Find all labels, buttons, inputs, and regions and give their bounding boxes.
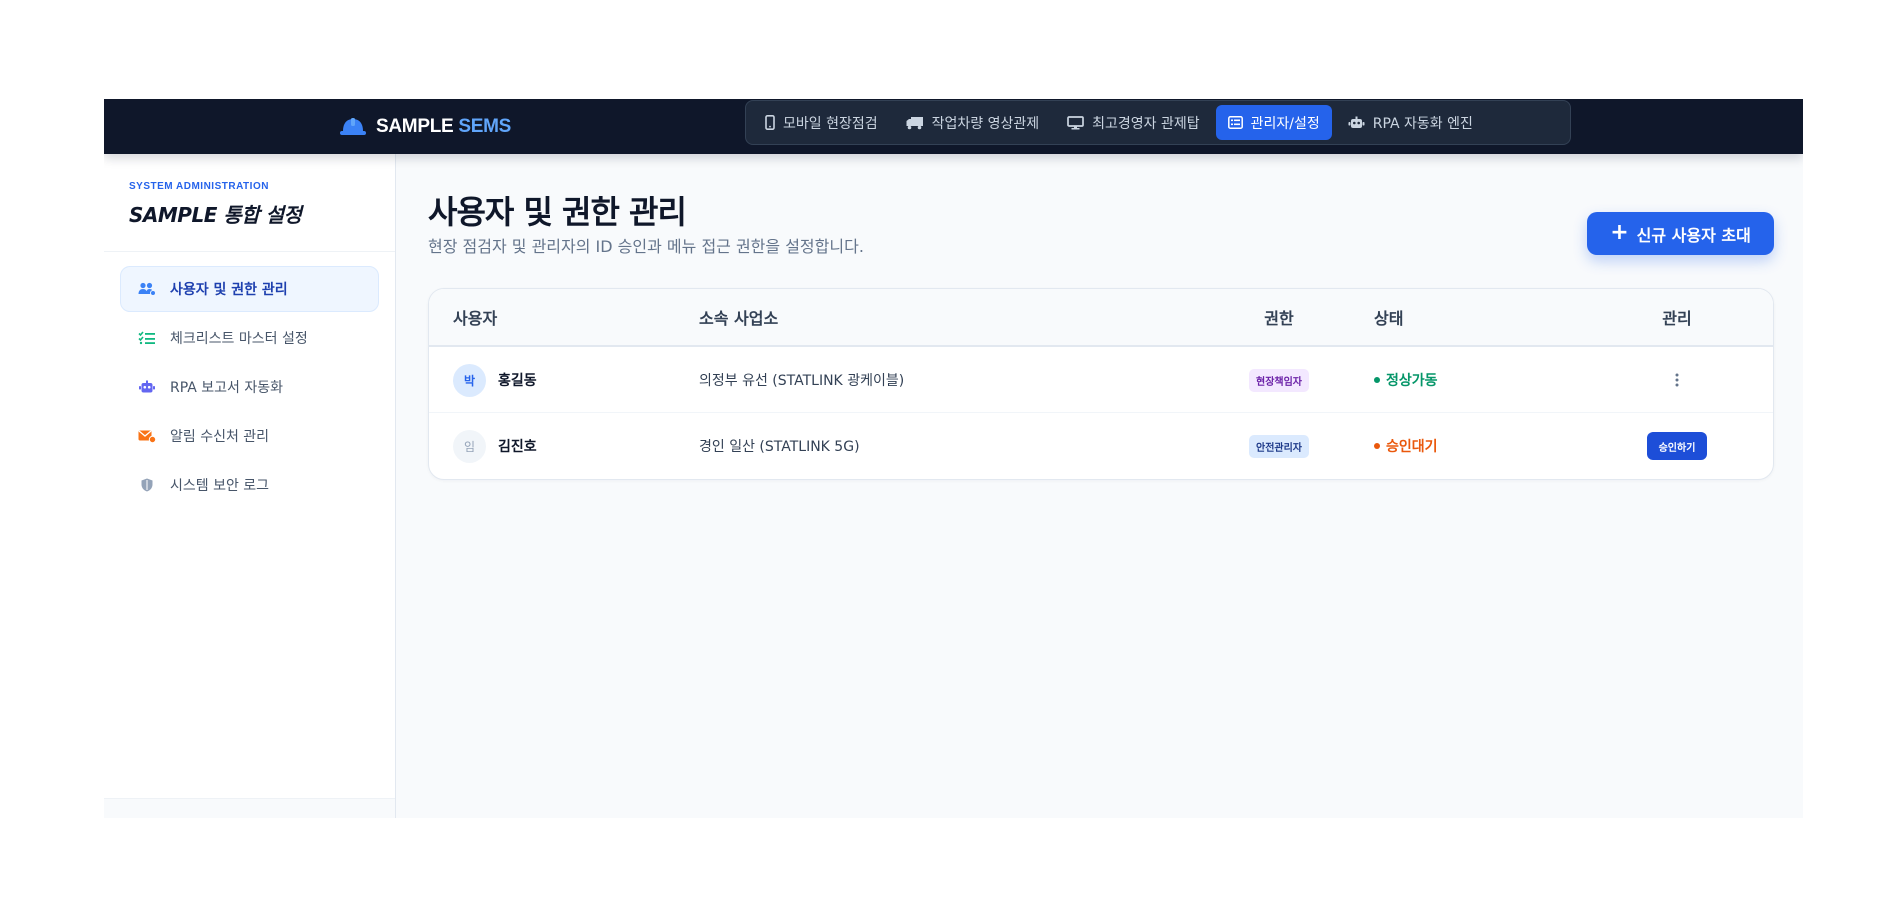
- nav-label: 최고경영자 관제탑: [1092, 115, 1200, 132]
- sidebar-item-label: 체크리스트 마스터 설정: [170, 331, 308, 347]
- site-cell: 의정부 유선 (STATLINK 광케이블): [699, 373, 905, 389]
- users-table: 사용자 소속 사업소 권한 상태 관리 박 홍길동 의정부 유선 (STATLI…: [428, 288, 1774, 480]
- nav-label: 모바일 현장점검: [783, 115, 878, 132]
- sidebar-item-user-permissions[interactable]: 사용자 및 권한 관리: [120, 266, 379, 312]
- sidebar-item-security-log[interactable]: 시스템 보안 로그: [120, 462, 379, 508]
- nav-mobile-inspection[interactable]: 모바일 현장점검: [753, 105, 890, 140]
- truck-icon: [906, 116, 924, 130]
- status-cell: 정상가동: [1374, 347, 1438, 413]
- nav-ceo-control-tower[interactable]: 최고경영자 관제탑: [1055, 105, 1212, 140]
- sidebar-item-label: 알림 수신처 관리: [170, 429, 270, 445]
- status-cell: 승인대기: [1374, 413, 1438, 479]
- invite-user-button[interactable]: + 신규 사용자 초대: [1587, 212, 1774, 255]
- brand-logo[interactable]: SAMPLE SEMS: [339, 99, 511, 154]
- mail-bell-icon: [138, 429, 156, 443]
- role-cell: 안전관리자: [1215, 413, 1343, 479]
- role-badge: 현장책임자: [1249, 368, 1309, 392]
- plus-icon: +: [1610, 219, 1629, 245]
- robot-icon: [138, 380, 156, 394]
- sidebar-menu: 사용자 및 권한 관리 체크리스트 마스터 설정 RPA 보고서 자동화 알림 …: [104, 252, 395, 508]
- nav-label: RPA 자동화 엔진: [1372, 115, 1473, 132]
- list-check-icon: [138, 331, 156, 345]
- status-dot: [1374, 443, 1380, 449]
- avatar: 임: [453, 429, 486, 463]
- column-header-status[interactable]: 상태: [1374, 289, 1403, 345]
- table-row[interactable]: 임 김진호 경인 일산 (STATLINK 5G) 안전관리자 승인대기 승인하…: [429, 413, 1773, 479]
- sidebar-item-label: RPA 보고서 자동화: [170, 380, 284, 396]
- sidebar-item-label: 시스템 보안 로그: [170, 478, 270, 494]
- user-cell: 임 김진호: [453, 413, 537, 479]
- sidebar-footer: [104, 798, 395, 818]
- nav-rpa-engine[interactable]: RPA 자동화 엔진: [1336, 105, 1485, 140]
- list-card-icon: [1227, 116, 1243, 129]
- action-cell: [1609, 347, 1745, 413]
- sidebar-header: SYSTEM ADMINISTRATION SAMPLE 통합 설정: [104, 154, 395, 252]
- more-icon[interactable]: [1665, 368, 1689, 392]
- users-cog-icon: [138, 282, 156, 296]
- sidebar: SYSTEM ADMINISTRATION SAMPLE 통합 설정 사용자 및…: [104, 154, 396, 818]
- page-subtitle: 현장 점검자 및 관리자의 ID 승인과 메뉴 접근 권한을 설정합니다.: [428, 237, 864, 256]
- nav-label: 작업차량 영상관제: [931, 115, 1040, 132]
- column-header-role[interactable]: 권한: [1215, 289, 1343, 345]
- user-name: 김진호: [498, 439, 537, 455]
- user-name: 홍길동: [498, 373, 537, 389]
- invite-user-label: 신규 사용자 초대: [1636, 225, 1751, 245]
- monitor-icon: [1067, 115, 1084, 130]
- column-header-site[interactable]: 소속 사업소: [699, 289, 778, 345]
- brand-name-primary: SAMPLE: [376, 115, 454, 137]
- column-header-manage: 관리: [1662, 309, 1692, 328]
- status-text: 정상가동: [1386, 373, 1438, 389]
- top-nav: 모바일 현장점검 작업차량 영상관제 최고경영자 관제탑 관리자/설정 RPA …: [745, 100, 1571, 145]
- sidebar-item-alert-recipients[interactable]: 알림 수신처 관리: [120, 413, 379, 459]
- avatar: 박: [453, 363, 486, 397]
- nav-admin-settings[interactable]: 관리자/설정: [1215, 105, 1332, 140]
- table-row[interactable]: 박 홍길동 의정부 유선 (STATLINK 광케이블) 현장책임자 정상가동: [429, 347, 1773, 413]
- page-title: 사용자 및 권한 관리: [428, 193, 687, 231]
- role-badge: 안전관리자: [1249, 434, 1309, 458]
- nav-vehicle-monitoring[interactable]: 작업차량 영상관제: [894, 105, 1052, 140]
- table-header: 사용자 소속 사업소 권한 상태 관리: [429, 289, 1773, 347]
- role-cell: 현장책임자: [1215, 347, 1343, 413]
- brand-name: SAMPLE SEMS: [376, 116, 511, 138]
- nav-label: 관리자/설정: [1250, 115, 1320, 132]
- mobile-icon: [765, 115, 775, 130]
- sidebar-title: SAMPLE 통합 설정: [129, 203, 302, 227]
- user-cell: 박 홍길동: [453, 347, 537, 413]
- sidebar-item-label: 사용자 및 권한 관리: [170, 282, 288, 298]
- approve-button[interactable]: 승인하기: [1646, 432, 1708, 460]
- robot-icon: [1348, 116, 1365, 130]
- action-cell: 승인하기: [1609, 413, 1745, 479]
- site-cell: 경인 일산 (STATLINK 5G): [699, 439, 860, 455]
- status-text: 승인대기: [1386, 439, 1438, 455]
- hard-hat-icon: [339, 116, 367, 138]
- column-header-user[interactable]: 사용자: [453, 289, 497, 345]
- main-content: 사용자 및 권한 관리 현장 점검자 및 관리자의 ID 승인과 메뉴 접근 권…: [397, 154, 1803, 818]
- sidebar-item-checklist-master[interactable]: 체크리스트 마스터 설정: [120, 315, 379, 361]
- brand-name-accent: SEMS: [458, 115, 512, 137]
- sidebar-item-rpa-report[interactable]: RPA 보고서 자동화: [120, 364, 379, 410]
- shield-icon: [138, 478, 156, 492]
- sidebar-eyebrow: SYSTEM ADMINISTRATION: [129, 181, 269, 192]
- app-window: SAMPLE SEMS 모바일 현장점검 작업차량 영상관제 최고경영자 관제탑: [104, 99, 1803, 818]
- status-dot: [1374, 377, 1380, 383]
- top-bar: SAMPLE SEMS 모바일 현장점검 작업차량 영상관제 최고경영자 관제탑: [104, 99, 1803, 154]
